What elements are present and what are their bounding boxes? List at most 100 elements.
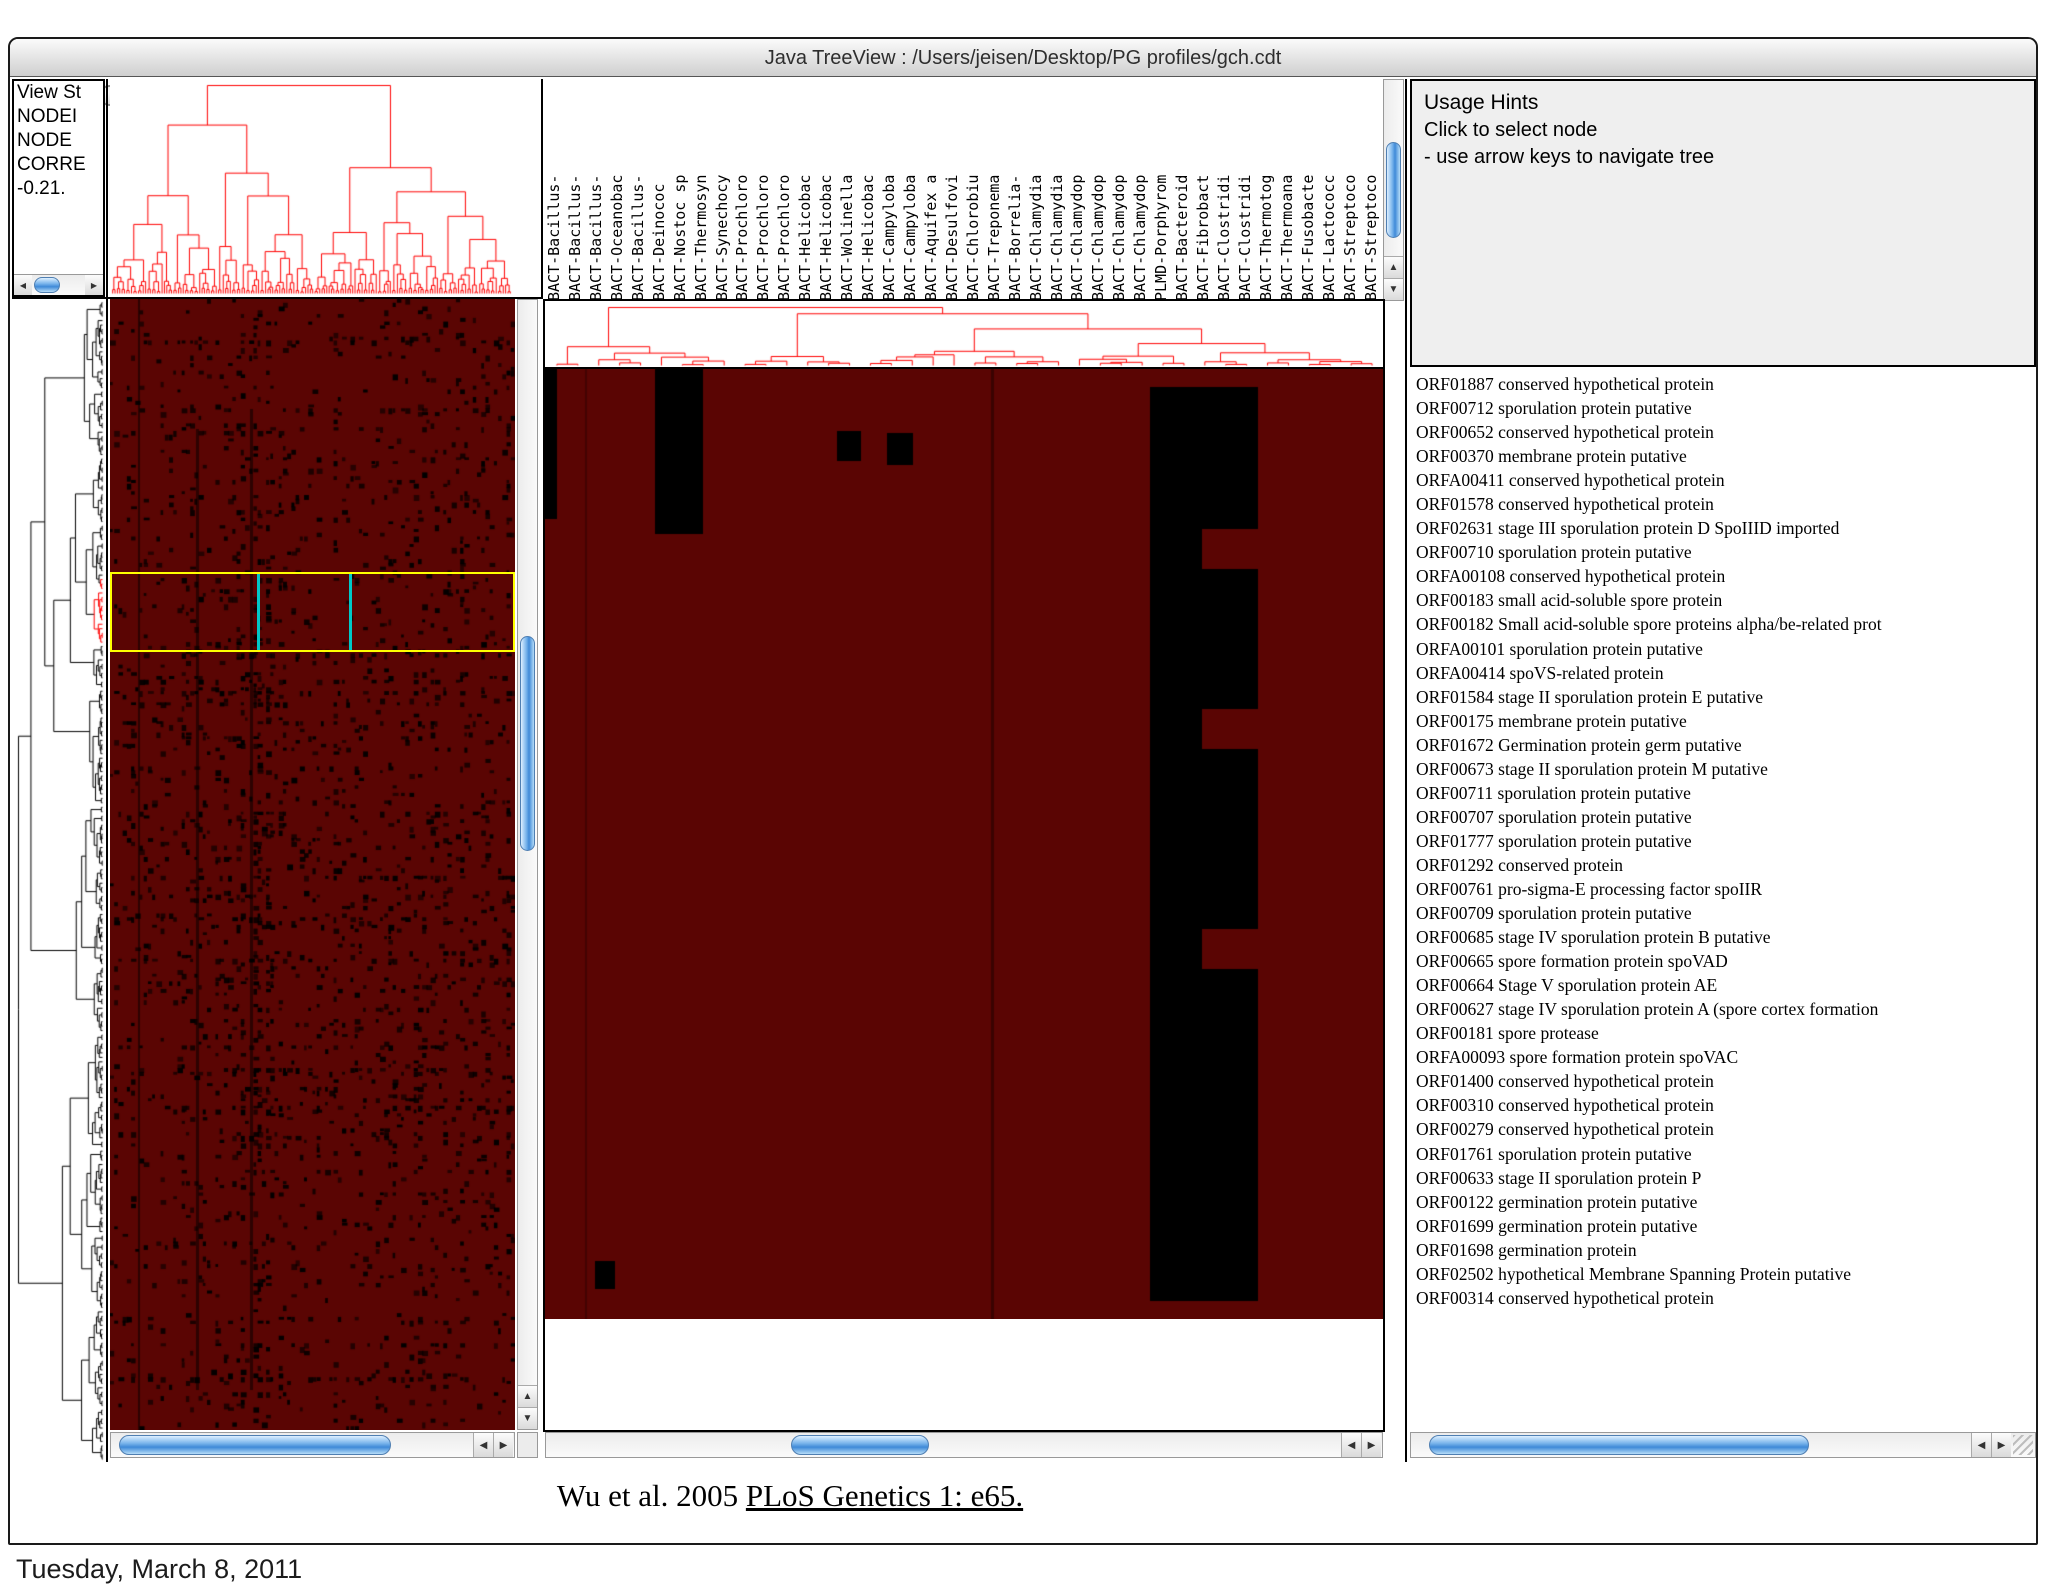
column-label: BACT-Bacillus- bbox=[545, 174, 563, 301]
zoom-hscrollbar[interactable]: ◀ ▶ bbox=[545, 1432, 1383, 1458]
gene-label[interactable]: ORF00712 sporulation protein putative bbox=[1416, 396, 2034, 420]
scroll-right-icon[interactable]: ▶ bbox=[1361, 1433, 1381, 1457]
gene-label[interactable]: ORF00627 stage IV sporulation protein A … bbox=[1416, 997, 2034, 1021]
scroll-up-icon[interactable]: ▲ bbox=[518, 1385, 537, 1407]
gene-label[interactable]: ORF00709 sporulation protein putative bbox=[1416, 901, 2034, 925]
gene-label[interactable]: ORFA00411 conserved hypothetical protein bbox=[1416, 468, 2034, 492]
column-label: BACT-Chlamydop bbox=[1089, 174, 1108, 301]
gene-label[interactable]: ORF02502 hypothetical Membrane Spanning … bbox=[1416, 1262, 2034, 1286]
gene-label[interactable]: ORFA00093 spore formation protein spoVAC bbox=[1416, 1045, 2034, 1069]
column-label: BACT-Campyloba bbox=[880, 174, 898, 301]
column-label: BACT-Chlamydop bbox=[1068, 174, 1087, 301]
scroll-left-icon[interactable]: ◀ bbox=[1341, 1433, 1361, 1457]
scroll-down-icon[interactable]: ▼ bbox=[1384, 278, 1403, 300]
row-dendrogram[interactable] bbox=[12, 299, 104, 1462]
gene-label[interactable]: ORF00685 stage IV sporulation protein B … bbox=[1416, 925, 2034, 949]
scroll-right-icon[interactable]: ▶ bbox=[493, 1433, 513, 1457]
gene-label[interactable]: ORF00310 conserved hypothetical protein bbox=[1416, 1093, 2034, 1117]
gene-label[interactable]: ORF00314 conserved hypothetical protein bbox=[1416, 1286, 2034, 1310]
scroll-right-icon[interactable]: ▶ bbox=[85, 275, 103, 295]
gene-label[interactable]: ORF01672 Germination protein germ putati… bbox=[1416, 733, 2034, 757]
column-label: BACT-Treponema bbox=[984, 174, 1003, 301]
resize-grip-icon[interactable] bbox=[2013, 1435, 2033, 1455]
usage-hints-line1: Click to select node bbox=[1424, 119, 1598, 141]
column-label: PLMD-Porphyrom bbox=[1152, 174, 1171, 301]
gene-hscroll-thumb[interactable] bbox=[1429, 1435, 1809, 1455]
global-column-dendrogram[interactable] bbox=[110, 79, 512, 295]
scroll-left-icon[interactable]: ◀ bbox=[1971, 1433, 1991, 1457]
global-vscrollbar[interactable]: ▲ ▼ bbox=[517, 299, 538, 1430]
usage-hints-line2: - use arrow keys to navigate tree bbox=[1424, 146, 1715, 168]
gene-label[interactable]: ORF00665 spore formation protein spoVAD bbox=[1416, 949, 2034, 973]
gene-label[interactable]: ORF01698 germination protein bbox=[1416, 1238, 2034, 1262]
slide: Java TreeView : /Users/jeisen/Desktop/PG… bbox=[0, 0, 2048, 1593]
gene-label[interactable]: ORF00652 conserved hypothetical protein bbox=[1416, 420, 2034, 444]
column-label: BACT-Synechocy bbox=[712, 174, 731, 301]
gene-label[interactable]: ORF00710 sporulation protein putative bbox=[1416, 540, 2034, 564]
gene-label[interactable]: ORF00633 stage II sporulation protein P bbox=[1416, 1166, 2034, 1190]
gene-label[interactable]: ORF01584 stage II sporulation protein E … bbox=[1416, 685, 2034, 709]
divider bbox=[12, 297, 543, 299]
selected-column-marker bbox=[257, 574, 260, 650]
gene-label[interactable]: ORF00122 germination protein putative bbox=[1416, 1190, 2034, 1214]
scroll-left-icon[interactable]: ◀ bbox=[14, 275, 32, 295]
status-line: NODEI bbox=[17, 106, 78, 127]
column-label: BACT-Wolinella bbox=[838, 174, 857, 301]
gene-label[interactable]: ORF00279 conserved hypothetical protein bbox=[1416, 1117, 2034, 1141]
gene-label[interactable]: ORF00673 stage II sporulation protein M … bbox=[1416, 757, 2034, 781]
gene-label[interactable]: ORF00664 Stage V sporulation protein AE bbox=[1416, 973, 2034, 997]
global-hscroll-thumb[interactable] bbox=[119, 1435, 391, 1455]
gene-label[interactable]: ORF01699 germination protein putative bbox=[1416, 1214, 2034, 1238]
gene-hscrollbar[interactable]: ◀ ▶ bbox=[1410, 1432, 2036, 1458]
caption: Wu et al. 2005 PLoS Genetics 1: e65. bbox=[400, 1478, 1180, 1514]
gene-label[interactable]: ORF01887 conserved hypothetical protein bbox=[1416, 372, 2034, 396]
gene-label[interactable]: ORF01292 conserved protein bbox=[1416, 853, 2034, 877]
zoom-heatmap[interactable] bbox=[545, 369, 1383, 1319]
column-label: BACT-Bacillus- bbox=[565, 174, 584, 301]
zoom-hscroll-thumb[interactable] bbox=[791, 1435, 929, 1455]
gene-label[interactable]: ORF00370 membrane protein putative bbox=[1416, 444, 2034, 468]
scroll-down-icon[interactable]: ▼ bbox=[518, 1407, 537, 1429]
global-hscrollbar[interactable]: ◀ ▶ bbox=[110, 1432, 515, 1458]
gene-label[interactable]: ORF01777 sporulation protein putative bbox=[1416, 829, 2034, 853]
gene-label[interactable]: ORF01578 conserved hypothetical protein bbox=[1416, 492, 2034, 516]
gene-label[interactable]: ORF00711 sporulation protein putative bbox=[1416, 781, 2034, 805]
scroll-up-icon[interactable]: ▲ bbox=[1384, 256, 1403, 278]
column-labels-vscrollbar[interactable]: ▲ ▼ bbox=[1383, 79, 1404, 301]
status-line: CORRE bbox=[17, 154, 86, 175]
gene-label[interactable]: ORF02631 stage III sporulation protein D… bbox=[1416, 516, 2034, 540]
gene-label[interactable]: ORFA00101 sporulation protein putative bbox=[1416, 637, 2034, 661]
column-label: BACT-Fusobacte bbox=[1298, 174, 1317, 301]
column-label: BACT-Deinococ bbox=[649, 183, 668, 301]
gene-label[interactable]: ORFA00108 conserved hypothetical protein bbox=[1416, 564, 2034, 588]
scroll-left-icon[interactable]: ◀ bbox=[473, 1433, 493, 1457]
gene-label[interactable]: ORF01761 sporulation protein putative bbox=[1416, 1142, 2034, 1166]
caption-link[interactable]: PLoS Genetics 1: e65. bbox=[746, 1478, 1023, 1513]
gene-label[interactable]: ORF00182 Small acid-soluble spore protei… bbox=[1416, 612, 2034, 636]
status-hscroll-thumb[interactable] bbox=[34, 277, 60, 293]
status-hscrollbar[interactable]: ◀ ▶ bbox=[14, 274, 103, 295]
column-label: BACT-Streptoco bbox=[1340, 174, 1359, 301]
gene-label[interactable]: ORF00761 pro-sigma-E processing factor s… bbox=[1416, 877, 2034, 901]
column-label: BACT-Streptoco bbox=[1361, 174, 1380, 301]
caption-text: Wu et al. 2005 bbox=[556, 1478, 746, 1513]
column-label: BACT-Thermotog bbox=[1256, 174, 1275, 301]
gene-label[interactable]: ORF00707 sporulation protein putative bbox=[1416, 805, 2034, 829]
title-bar[interactable]: Java TreeView : /Users/jeisen/Desktop/PG… bbox=[10, 39, 2036, 106]
global-heatmap[interactable] bbox=[110, 299, 515, 1430]
column-label: BACT-Chlorobiu bbox=[963, 174, 982, 301]
gene-label[interactable]: ORF00175 membrane protein putative bbox=[1416, 709, 2034, 733]
column-label: BACT-Desulfovi bbox=[942, 174, 961, 301]
gene-label[interactable]: ORF00181 spore protease bbox=[1416, 1021, 2034, 1045]
global-vscroll-thumb[interactable] bbox=[520, 636, 535, 851]
scroll-right-icon[interactable]: ▶ bbox=[1991, 1433, 2011, 1457]
column-label: BACT-Clostridi bbox=[1215, 174, 1233, 301]
gene-label[interactable]: ORF01400 conserved hypothetical protein bbox=[1416, 1069, 2034, 1093]
status-line: NODE bbox=[17, 130, 72, 151]
gene-label[interactable]: ORF00183 small acid-soluble spore protei… bbox=[1416, 588, 2034, 612]
gene-label[interactable]: ORFA00414 spoVS-related protein bbox=[1416, 661, 2034, 685]
status-lines: View St NODEI NODE CORRE -0.21. bbox=[14, 81, 103, 201]
zoom-column-dendrogram[interactable] bbox=[545, 301, 1383, 367]
column-labels: BACT-Bacillus- BACT-Bacillus- BACT-Bacillu… bbox=[545, 79, 1383, 301]
column-labels-vscroll-thumb[interactable] bbox=[1386, 142, 1401, 238]
